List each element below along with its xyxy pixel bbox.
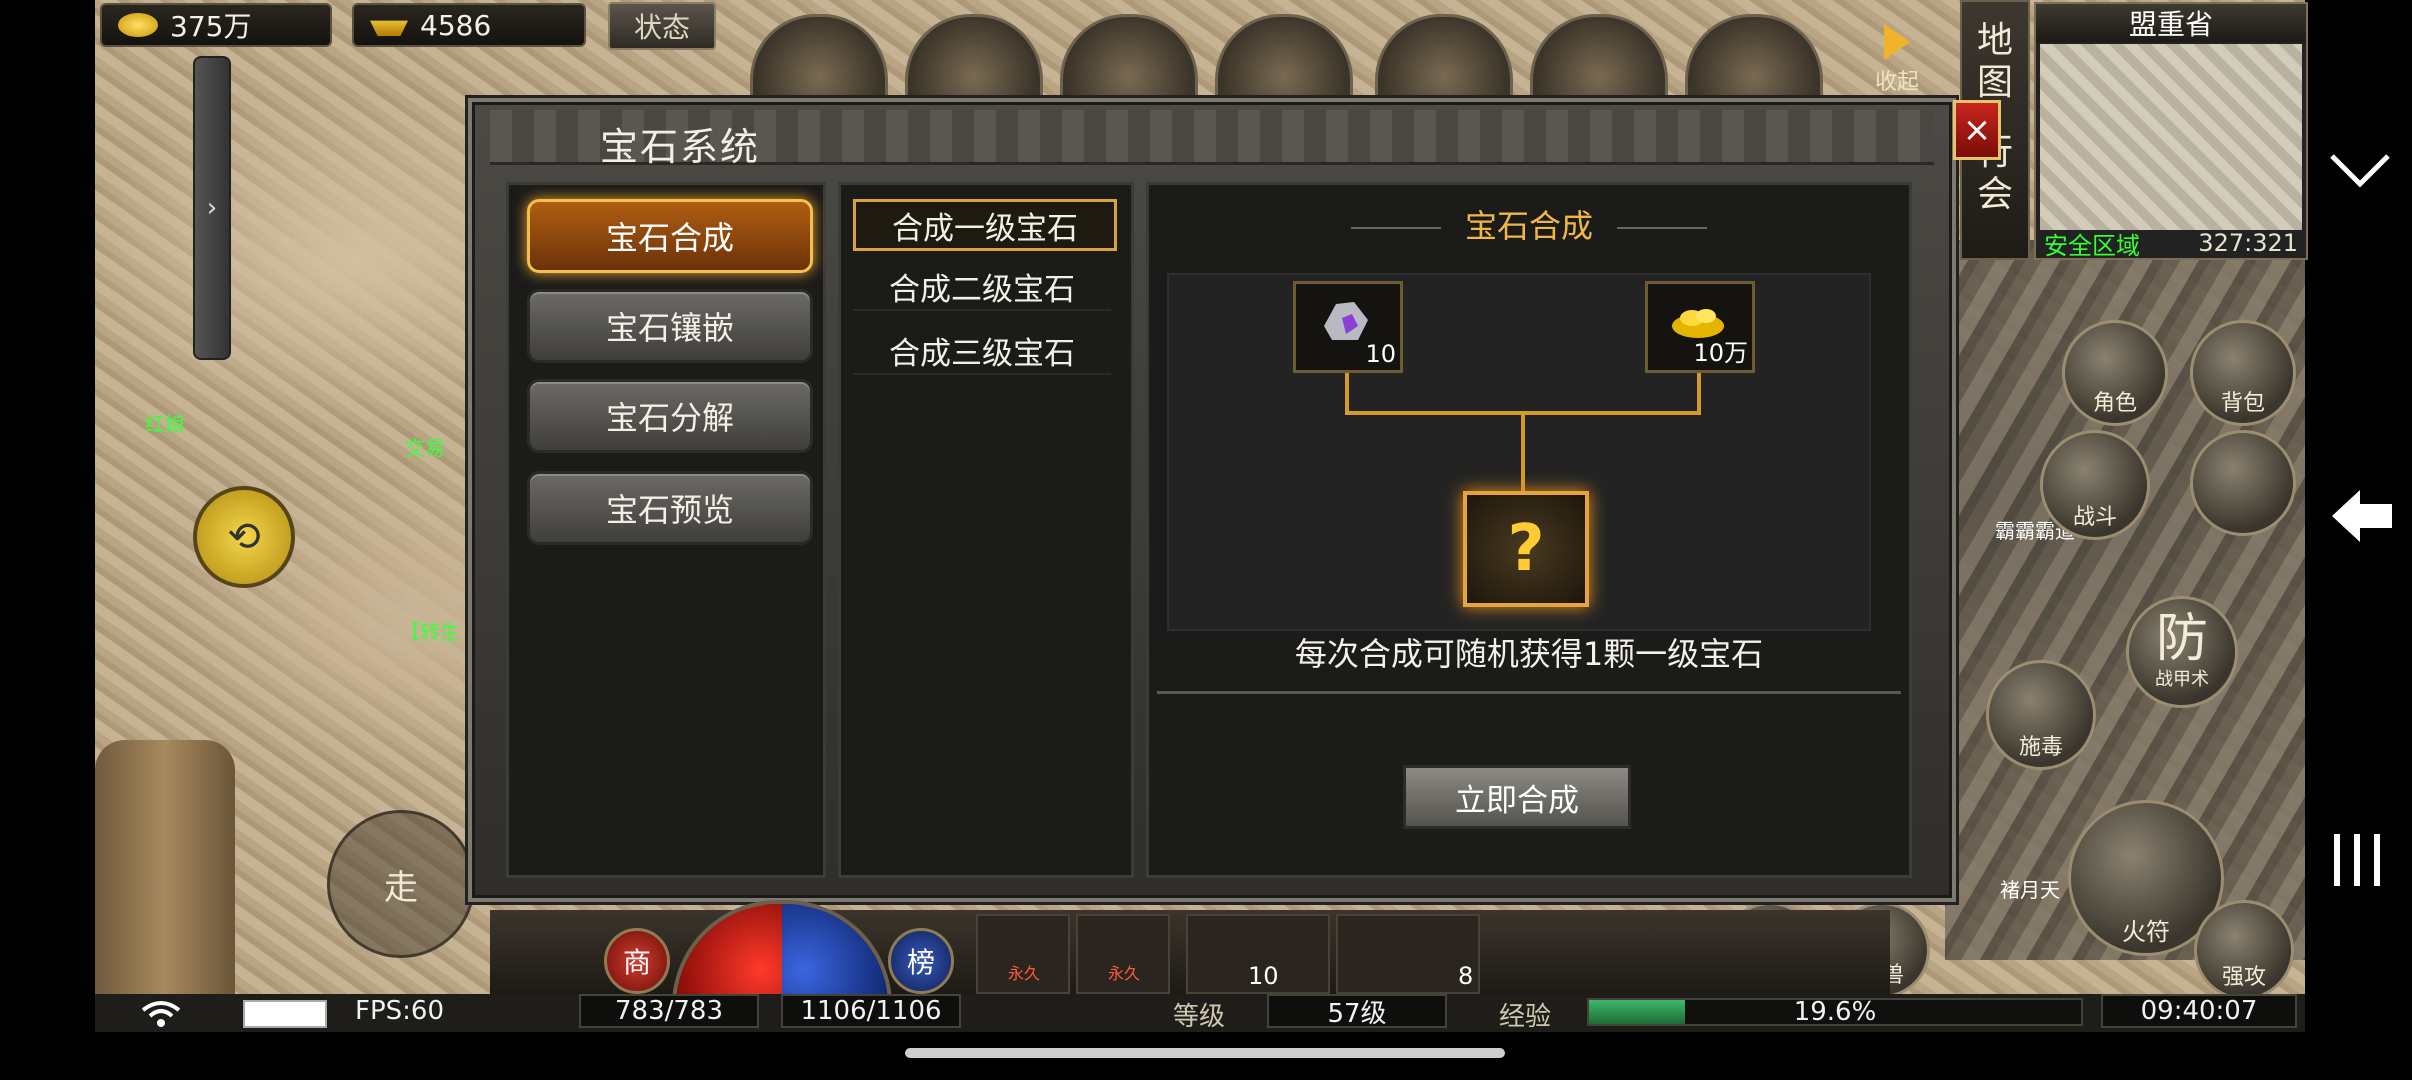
result-slot[interactable]: ? <box>1463 491 1589 607</box>
bag-button[interactable]: 背包 <box>2190 320 2296 426</box>
gold-counter: 375万 <box>100 3 332 47</box>
battery-icon <box>243 1000 327 1028</box>
zone-label: 安全区域 <box>2044 231 2140 260</box>
synthesis-description: 每次合成可随机获得1颗一级宝石 <box>1294 635 1764 673</box>
home-gesture-bar[interactable] <box>905 1048 1505 1058</box>
safe-zone-shield-icon[interactable]: ⟲ <box>193 486 295 588</box>
gem-ore-icon <box>1324 302 1368 340</box>
tab-gem-synthesis[interactable]: 宝石合成 <box>527 199 813 273</box>
synthesis-area: 宝石合成 10 10万 ? 每次合成可随机获得1颗一级宝石 立即合成 <box>1146 182 1912 878</box>
collapse-label: 收起 <box>1874 70 1919 95</box>
gold-icon <box>118 13 158 37</box>
material-count: 10 <box>1365 340 1396 368</box>
stone-pillar <box>95 740 235 1030</box>
item-count: 10 <box>1248 962 1279 990</box>
wifi-icon <box>141 1001 181 1027</box>
chevron-down-icon[interactable] <box>2328 150 2392 194</box>
gem-system-panel: 宝石系统 宝石合成 宝石镶嵌 宝石分解 宝石预览 合成一级宝石 合成二级宝石 合… <box>468 98 1956 902</box>
panel-title: 宝石系统 <box>600 125 761 169</box>
category-tabs: 宝石合成 宝石镶嵌 宝石分解 宝石预览 <box>506 182 826 878</box>
walk-joystick[interactable]: 走 <box>327 810 475 958</box>
tab-gem-decompose[interactable]: 宝石分解 <box>527 379 813 453</box>
character-label: 角色 <box>2092 391 2137 416</box>
recent-apps-icon[interactable] <box>2330 830 2384 894</box>
subtab-level-3[interactable]: 合成三级宝石 <box>853 327 1111 375</box>
gold-cost-slot[interactable]: 10万 <box>1645 281 1755 373</box>
gem-material-slot[interactable]: 10 <box>1293 281 1403 373</box>
tab-gem-inlay[interactable]: 宝石镶嵌 <box>527 289 813 363</box>
level-value: 57级 <box>1267 994 1447 1029</box>
ranking-button[interactable]: 榜 <box>888 928 954 994</box>
item-slot[interactable]: 永久 <box>1076 914 1170 994</box>
item-slot[interactable]: 10 <box>1186 914 1330 994</box>
item-label: 永久 <box>1108 964 1141 983</box>
hp-value: 783/783 <box>579 994 759 1028</box>
section-title: 宝石合成 <box>1149 201 1909 247</box>
fps-label: FPS:60 <box>355 996 444 1026</box>
left-drawer-handle[interactable]: › <box>193 56 231 360</box>
play-arrow-icon <box>1884 24 1910 60</box>
back-arrow-icon[interactable] <box>2330 486 2394 550</box>
battle-label: 战斗 <box>2072 505 2117 530</box>
status-button[interactable]: 状态 <box>608 2 716 50</box>
panel-titlebar: 宝石系统 <box>490 110 1934 169</box>
connector-line <box>1521 411 1525 491</box>
exp-label: 经验 <box>1499 1002 1552 1032</box>
ingot-value: 4586 <box>420 8 492 42</box>
item-label: 永久 <box>1008 964 1041 983</box>
walk-label: 走 <box>384 867 418 908</box>
defense-label: 战甲术 <box>2155 669 2209 690</box>
npc-label[interactable]: 红娘 <box>145 408 185 437</box>
divider <box>1157 691 1901 694</box>
character-button[interactable]: 角色 <box>2062 320 2168 426</box>
defense-skill-button[interactable]: 防 战甲术 <box>2126 596 2238 708</box>
item-count: 8 <box>1458 962 1474 990</box>
gold-cost: 10万 <box>1693 339 1748 367</box>
map-button[interactable]: 地图 <box>1975 20 2015 104</box>
synthesize-now-button[interactable]: 立即合成 <box>1403 765 1631 829</box>
ultimate-label: 火符 <box>2122 918 2170 946</box>
close-button[interactable]: × <box>1953 100 2001 160</box>
collapse-button[interactable]: 收起 <box>1862 24 1932 98</box>
level-label: 等级 <box>1173 1002 1226 1032</box>
strong-label: 强攻 <box>2221 965 2266 990</box>
synthesis-level-list: 合成一级宝石 合成二级宝石 合成三级宝石 <box>838 182 1134 878</box>
minimap-footer: 安全区域 327:321 <box>2036 228 2306 260</box>
coords-label: 327:321 <box>2198 229 2298 257</box>
gold-value: 375万 <box>170 10 252 43</box>
tab-gem-preview[interactable]: 宝石预览 <box>527 471 813 545</box>
subtab-level-1[interactable]: 合成一级宝石 <box>853 199 1117 251</box>
section-title-text: 宝石合成 <box>1464 207 1593 245</box>
defense-glyph: 防 <box>2155 609 2208 669</box>
connector-line <box>1697 373 1701 413</box>
ingot-icon <box>370 20 408 36</box>
status-bar: FPS:60 783/783 1106/1106 等级 57级 经验 19.6%… <box>95 994 2305 1032</box>
item-slot[interactable]: 8 <box>1336 914 1480 994</box>
region-name: 盟重省 <box>2036 4 2306 42</box>
connector-line <box>1345 373 1349 413</box>
item-slot[interactable]: 永久 <box>976 914 1070 994</box>
battle-button[interactable]: 战斗 <box>2040 430 2150 540</box>
mp-value: 1106/1106 <box>781 994 961 1028</box>
bag-label: 背包 <box>2220 391 2265 416</box>
exp-percent: 19.6% <box>1793 997 1877 1027</box>
clock: 09:40:07 <box>2101 994 2297 1028</box>
poison-skill-button[interactable]: 施毒 <box>1986 660 2096 770</box>
npc-label[interactable]: 【转生 <box>400 616 460 645</box>
shop-button[interactable]: 商 <box>604 928 670 994</box>
move-joystick-button[interactable] <box>2190 430 2296 536</box>
poison-label: 施毒 <box>2018 735 2063 760</box>
ingot-counter: 4586 <box>352 3 586 47</box>
minimap-view[interactable] <box>2040 44 2302 230</box>
npc-label[interactable]: 褚月天 <box>2000 874 2060 903</box>
strong-attack-button[interactable]: 强攻 <box>2194 900 2294 1000</box>
minimap[interactable]: 盟重省 安全区域 327:321 <box>2034 2 2308 260</box>
npc-label[interactable]: 交易 <box>405 432 445 461</box>
recipe-view: 10 10万 ? <box>1167 273 1871 631</box>
subtab-level-2[interactable]: 合成二级宝石 <box>853 263 1111 311</box>
exp-bar: 19.6% <box>1587 997 2083 1027</box>
